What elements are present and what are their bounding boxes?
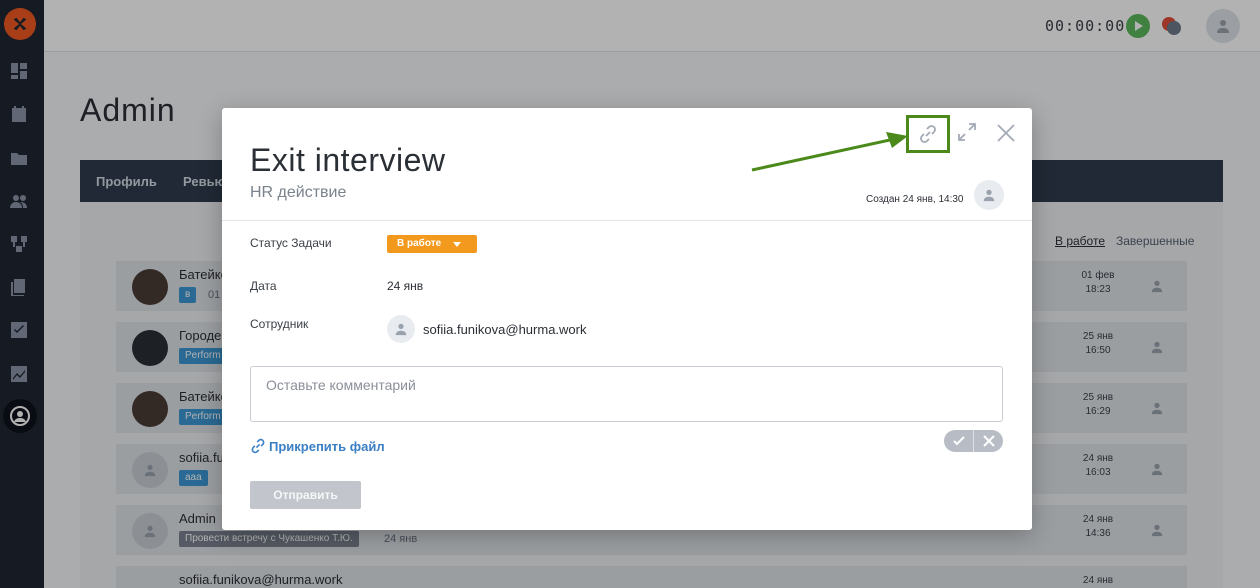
- date-value: 24 янв: [387, 279, 424, 293]
- expand-icon[interactable]: [956, 121, 978, 143]
- link-icon: [920, 125, 936, 143]
- annotation-arrow: [751, 132, 908, 172]
- modal-subtitle: HR действие: [250, 184, 347, 201]
- attach-file-label: Прикрепить файл: [269, 438, 385, 454]
- send-button[interactable]: Отправить: [250, 481, 361, 509]
- employee-label: Сотрудник: [250, 317, 309, 331]
- modal-title: Exit interview: [250, 142, 446, 178]
- status-dropdown[interactable]: В работе: [387, 235, 477, 253]
- close-icon[interactable]: [994, 121, 1018, 145]
- comment-actions: [944, 430, 1003, 452]
- copy-link-button[interactable]: [906, 115, 950, 153]
- cross-icon[interactable]: [974, 430, 1003, 452]
- avatar: [387, 315, 415, 343]
- comment-input[interactable]: [250, 366, 1003, 422]
- attach-file-link[interactable]: Прикрепить файл: [250, 438, 385, 454]
- avatar: [974, 180, 1004, 210]
- check-icon[interactable]: [944, 430, 973, 452]
- created-timestamp: Создан 24 янв, 14:30: [866, 194, 964, 205]
- date-label: Дата: [250, 279, 277, 293]
- employee-email[interactable]: sofiia.funikova@hurma.work: [423, 322, 586, 337]
- paperclip-icon: [251, 438, 265, 454]
- task-modal: Exit interview HR действие Создан 24 янв…: [222, 108, 1032, 530]
- status-label: Статус Задачи: [250, 236, 332, 250]
- divider: [222, 220, 1032, 221]
